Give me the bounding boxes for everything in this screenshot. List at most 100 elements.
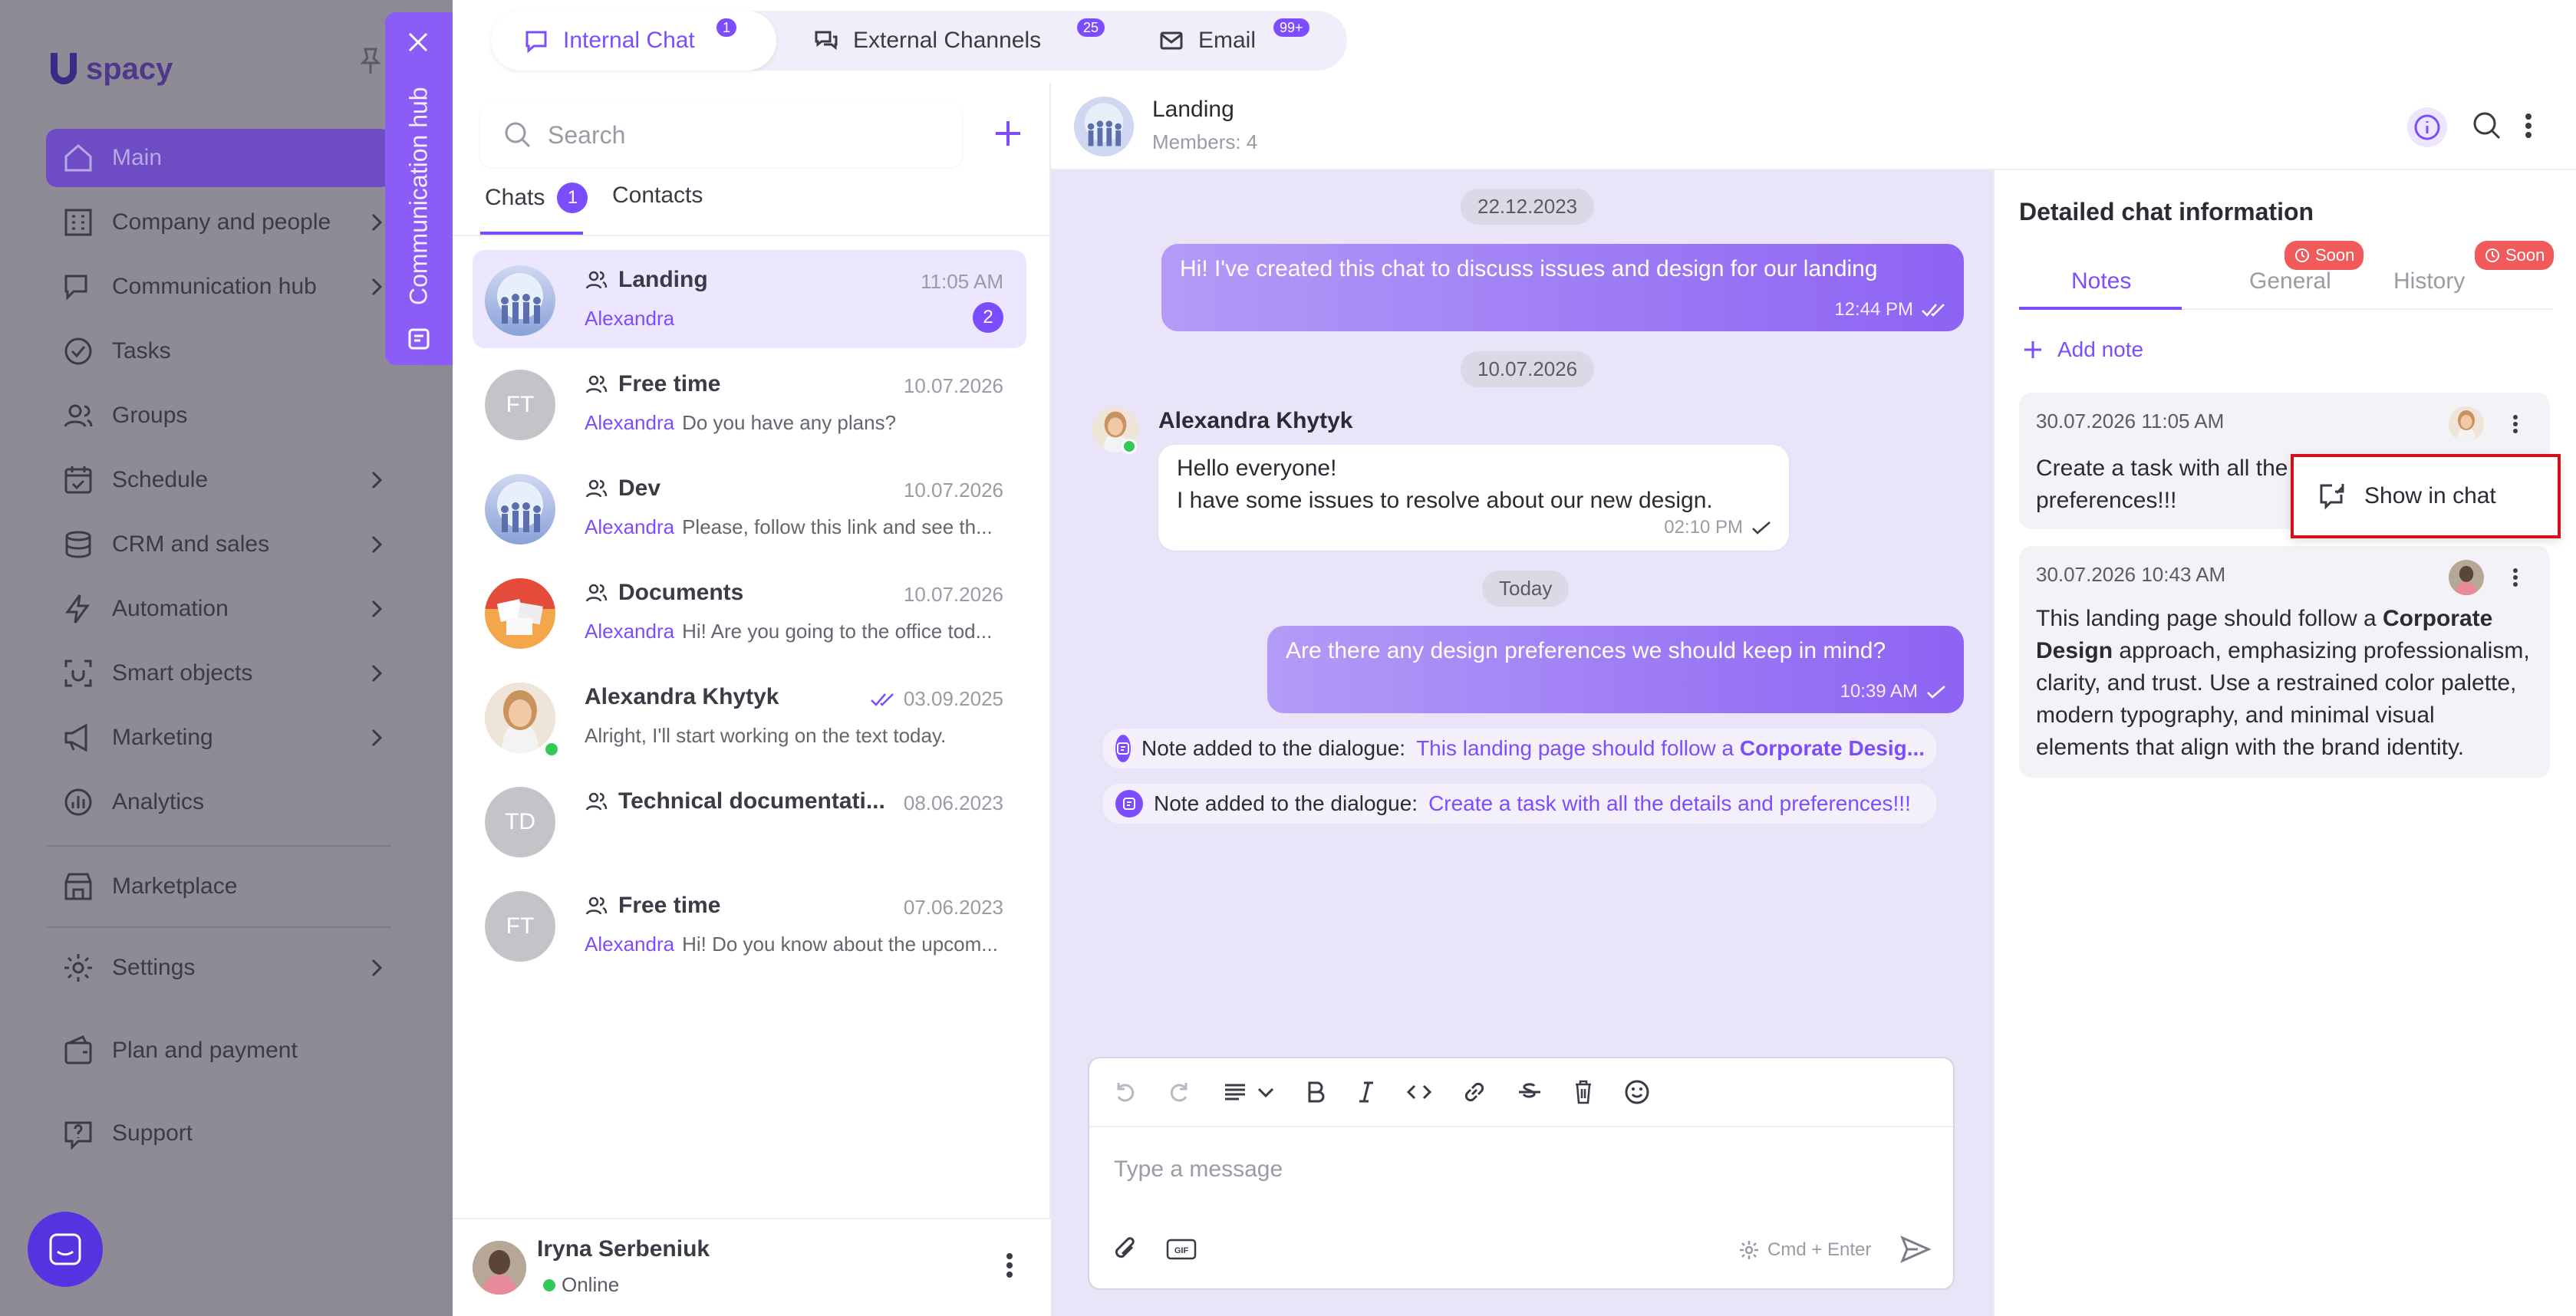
note-text: approach, emphasizing professionalism, — [2119, 638, 2530, 663]
tab-history[interactable]: History — [2393, 268, 2465, 294]
online-status-dot — [543, 741, 560, 758]
sidebar-item-tasks[interactable]: Tasks — [46, 322, 391, 380]
note-text-line: elements that align with the brand ident… — [2036, 735, 2465, 760]
note-event-link[interactable]: This landing page should follow a Corpor… — [1416, 736, 1925, 761]
sidebar-item-groups[interactable]: Groups — [46, 387, 391, 445]
chat-info-button[interactable] — [2407, 107, 2447, 147]
bold-icon[interactable] — [1304, 1078, 1327, 1106]
sidebar-item-support[interactable]: Support — [46, 1104, 391, 1163]
undo-icon[interactable] — [1111, 1078, 1138, 1106]
note-event-link[interactable]: Create a task with all the details and p… — [1428, 791, 1911, 816]
message-input[interactable]: Type a message — [1114, 1156, 1283, 1183]
sidebar-item-crm[interactable]: CRM and sales — [46, 515, 391, 574]
tab-internal-chat[interactable]: Internal Chat 1 — [491, 11, 776, 71]
message-incoming[interactable]: Hello everyone! I have some issues to re… — [1158, 445, 1789, 551]
tab-general[interactable]: General — [2249, 268, 2331, 294]
chat-item-technical-documentation[interactable]: TD Technical documentati... 08.06.2023 — [473, 772, 1026, 870]
message-outgoing[interactable]: Hi! I've created this chat to discuss is… — [1161, 244, 1964, 331]
chat-name-text: Dev — [618, 475, 661, 501]
sidebar-item-marketing[interactable]: Marketing — [46, 709, 391, 767]
soon-text: Soon — [2315, 245, 2355, 265]
attach-button[interactable] — [1111, 1233, 1141, 1264]
sidebar-item-settings[interactable]: Settings — [46, 939, 391, 997]
new-chat-button[interactable] — [991, 117, 1025, 150]
note-added-event[interactable]: Note added to the dialogue: This landing… — [1103, 729, 1936, 768]
gear-icon — [1738, 1239, 1760, 1261]
message-composer: Type a message GIF Cmd + Enter — [1088, 1057, 1955, 1290]
chat-name-text: Documents — [618, 580, 744, 605]
sidebar-item-company[interactable]: Company and people — [46, 193, 391, 252]
home-icon — [61, 141, 95, 175]
chevron-down-icon — [1255, 1081, 1276, 1103]
note-menu-button[interactable] — [2512, 413, 2519, 436]
note-icon — [407, 327, 431, 351]
sidebar-item-schedule[interactable]: Schedule — [46, 451, 391, 509]
sidebar-item-main[interactable]: Main — [46, 129, 391, 187]
note-card[interactable]: 30.07.2026 10:43 AM This landing page sh… — [2019, 546, 2550, 778]
chat-preview: Alexandra Hi! Do you know about the upcom… — [585, 933, 999, 956]
tab-chats[interactable]: Chats 1 — [485, 183, 588, 213]
communication-hub-tab[interactable]: Communication hub — [385, 12, 453, 365]
sidebar-item-communication-hub[interactable]: Communication hub — [46, 258, 391, 316]
send-button[interactable] — [1899, 1233, 1932, 1265]
gif-button[interactable]: GIF — [1166, 1238, 1197, 1261]
tab-external-channels[interactable]: External Channels 25 — [813, 11, 1120, 71]
sidebar-item-label: Analytics — [112, 789, 205, 814]
note-event-prefix: Note added to the dialogue: — [1141, 736, 1406, 760]
chat-avatar[interactable] — [1074, 97, 1134, 156]
message-text: Are there any design preferences we shou… — [1286, 638, 1886, 663]
align-dropdown[interactable] — [1221, 1078, 1276, 1106]
chat-item-free-time[interactable]: FT Free time 10.07.2026 Alexandra Do you … — [473, 354, 1026, 452]
check-icon — [1925, 683, 1947, 700]
sidebar-item-smart-objects[interactable]: Smart objects — [46, 644, 391, 702]
menu-item-label: Show in chat — [2364, 483, 2496, 508]
chat-preview: Alright, I'll start working on the text … — [585, 724, 999, 748]
chat-item-landing[interactable]: Landing 11:05 AM Alexandra 2 — [473, 250, 1026, 348]
redo-icon[interactable] — [1166, 1078, 1194, 1106]
show-in-chat-menu-item[interactable]: Show in chat — [2291, 454, 2561, 538]
user-menu-button[interactable] — [1005, 1250, 1014, 1281]
check-circle-icon — [61, 334, 95, 368]
message-outgoing[interactable]: Are there any design preferences we shou… — [1267, 626, 1964, 713]
chat-more-button[interactable] — [2524, 110, 2533, 141]
online-status-dot — [1122, 439, 1137, 454]
sidebar-item-label: Settings — [112, 955, 196, 980]
chat-item-free-time-2[interactable]: FT Free time 07.06.2023 Alexandra Hi! Do … — [473, 876, 1026, 974]
support-chat-button[interactable] — [28, 1212, 103, 1287]
active-tab-indicator — [2019, 307, 2182, 310]
sidebar-item-analytics[interactable]: Analytics — [46, 773, 391, 831]
note-icon — [1115, 790, 1143, 818]
note-menu-button[interactable] — [2512, 566, 2519, 589]
app-logo[interactable]: spacy — [46, 46, 173, 92]
close-icon[interactable] — [405, 29, 431, 55]
note-added-event[interactable]: Note added to the dialogue: Create a tas… — [1103, 784, 1936, 824]
chat-item-alexandra-khytyk[interactable]: Alexandra Khytyk 03.09.2025 Alright, I'l… — [473, 667, 1026, 765]
send-shortcut-setting[interactable]: Cmd + Enter — [1738, 1239, 1871, 1261]
search-input[interactable]: Search — [480, 103, 962, 167]
sidebar-item-automation[interactable]: Automation — [46, 580, 391, 638]
note-text-line: modern typography, and minimal visual — [2036, 702, 2435, 728]
emoji-icon[interactable] — [1623, 1078, 1651, 1106]
group-icon — [585, 268, 608, 291]
italic-icon[interactable] — [1355, 1078, 1378, 1106]
pin-icon[interactable] — [359, 46, 382, 77]
chat-search-button[interactable] — [2472, 110, 2502, 141]
note-text-bold: Corporate — [2382, 606, 2493, 631]
tab-label: External Channels — [853, 28, 1042, 53]
sidebar-item-marketplace[interactable]: Marketplace — [46, 857, 391, 916]
group-icon — [585, 790, 608, 813]
user-avatar[interactable] — [473, 1241, 526, 1295]
communication-hub-label: Communication hub — [404, 87, 433, 306]
tab-notes[interactable]: Notes — [2071, 268, 2131, 294]
add-note-button[interactable]: Add note — [2022, 337, 2143, 362]
tab-email[interactable]: Email 99+ — [1158, 11, 1335, 71]
tab-contacts[interactable]: Contacts — [612, 183, 703, 209]
chat-item-documents[interactable]: Documents 10.07.2026 Alexandra Hi! Are yo… — [473, 563, 1026, 661]
clear-format-icon[interactable] — [1571, 1078, 1596, 1106]
sidebar-item-plan[interactable]: Plan and payment — [46, 1022, 391, 1080]
link-icon[interactable] — [1461, 1078, 1488, 1106]
code-icon[interactable] — [1405, 1078, 1433, 1106]
strikethrough-icon[interactable] — [1516, 1078, 1543, 1106]
chat-item-dev[interactable]: Dev 10.07.2026 Alexandra Please, follow t… — [473, 459, 1026, 557]
coins-icon — [61, 528, 95, 561]
